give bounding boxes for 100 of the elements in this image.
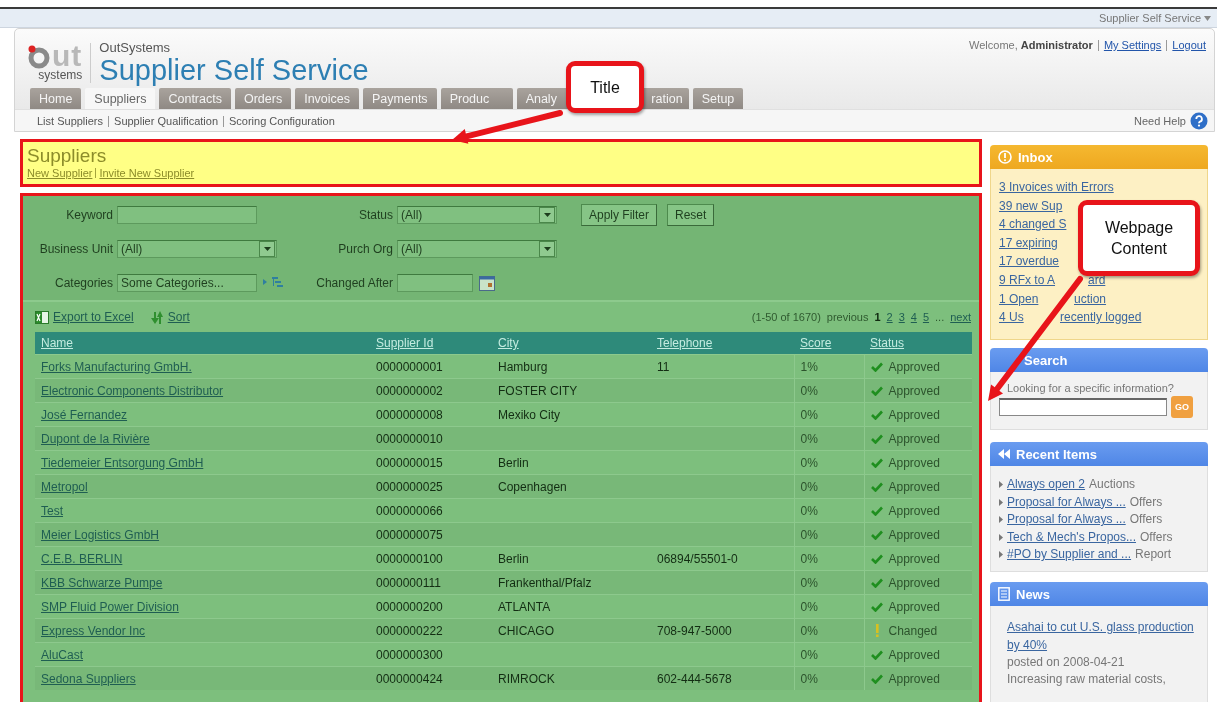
check-icon: [870, 385, 883, 396]
header-link[interactable]: Logout: [1172, 39, 1206, 51]
caret-icon: [543, 213, 551, 217]
company-name: OutSystems: [99, 41, 172, 55]
action-link[interactable]: New Supplier: [27, 167, 93, 179]
filter-label: Changed After: [315, 276, 394, 290]
inbox-link[interactable]: 9 RFx to A: [999, 272, 1056, 287]
status-text: Approved: [888, 479, 940, 494]
supplier-link[interactable]: Meier Logistics GmbH: [35, 522, 370, 547]
supplier-link[interactable]: Sedona Suppliers: [35, 666, 370, 690]
page-link[interactable]: 1: [874, 311, 881, 323]
news-headline[interactable]: Asahai to cut U.S. glass production by 40%: [1007, 618, 1199, 654]
ellipsis: ...: [935, 311, 945, 323]
panel-title: News: [1016, 586, 1050, 602]
text-field[interactable]: Some Categories...: [117, 274, 257, 292]
recent-link[interactable]: Proposal for Always ...: [1007, 511, 1126, 529]
supplier-link[interactable]: Metropol: [35, 474, 370, 499]
date-field[interactable]: [397, 274, 473, 292]
check-icon: [870, 553, 883, 564]
action-link[interactable]: Invite New Supplier: [99, 167, 195, 179]
table-cell: 0000000010: [370, 426, 492, 451]
column-header[interactable]: City: [492, 332, 651, 355]
supplier-link[interactable]: Electronic Components Distributor: [35, 378, 370, 403]
document-icon: [998, 587, 1010, 601]
table-cell: 0%: [794, 426, 864, 451]
page-link[interactable]: 4: [910, 311, 917, 323]
page-link[interactable]: 3: [898, 311, 905, 323]
panel-title: Search: [1024, 352, 1068, 368]
supplier-link[interactable]: KBB Schwarze Pumpe: [35, 570, 370, 595]
recent-link[interactable]: Tech & Mech's Propos...: [1007, 528, 1136, 546]
text-field[interactable]: [117, 206, 257, 224]
inbox-link[interactable]: recently logged: [1060, 308, 1142, 327]
subnav-link[interactable]: List Suppliers: [37, 114, 104, 127]
filter-button[interactable]: Reset: [667, 204, 715, 226]
status-text: Approved: [888, 647, 940, 662]
supplier-link[interactable]: Express Vendor Inc: [35, 618, 370, 643]
sort-link[interactable]: Sort: [167, 310, 190, 324]
chevron-icon: [999, 551, 1003, 559]
recent-link[interactable]: #PO by Supplier and ...: [1007, 546, 1132, 564]
nav-tab[interactable]: Suppliers: [85, 88, 156, 109]
subnav-link[interactable]: Scoring Configuration: [229, 114, 335, 127]
nav-tab[interactable]: Contracts: [159, 88, 231, 109]
nav-tab[interactable]: Payments: [363, 88, 437, 109]
header-link[interactable]: My Settings: [1103, 39, 1162, 51]
inbox-link[interactable]: 17 expiring: [999, 235, 1058, 250]
export-link[interactable]: Export to Excel: [53, 310, 134, 324]
column-header[interactable]: Supplier Id: [370, 332, 492, 355]
caret-icon: [263, 247, 271, 251]
table-cell: 0000000075: [370, 522, 492, 547]
calendar-icon: [479, 275, 495, 291]
check-icon: [870, 481, 883, 492]
page-link[interactable]: 2: [886, 311, 893, 323]
inbox-link[interactable]: 4 changed S: [999, 217, 1067, 232]
column-header[interactable]: Status: [864, 332, 972, 355]
callout-tooltip: Webpage Content: [1078, 200, 1200, 276]
chevron-icon: [999, 481, 1003, 489]
column-header[interactable]: Name: [35, 332, 370, 355]
dropdown[interactable]: (All): [397, 240, 557, 258]
filter-button[interactable]: Apply Filter: [581, 204, 658, 226]
nav-tab[interactable]: Setup: [692, 88, 744, 109]
chevron-icon: [999, 498, 1003, 506]
nav-tab[interactable]: Home: [30, 88, 82, 109]
go-button[interactable]: GO: [1171, 396, 1193, 418]
page-link[interactable]: 5: [922, 311, 930, 323]
table-cell: 0000000111: [370, 570, 492, 595]
column-header[interactable]: Telephone: [651, 332, 794, 355]
alert-icon: [998, 150, 1012, 164]
column-header[interactable]: Score: [794, 332, 864, 355]
status-text: Approved: [888, 383, 940, 398]
nav-tab[interactable]: Invoices: [295, 88, 360, 109]
status-text: Approved: [888, 527, 940, 542]
recent-link[interactable]: Proposal for Always ...: [1007, 493, 1126, 511]
dropdown[interactable]: (All): [397, 206, 557, 224]
inbox-link[interactable]: uction: [1074, 289, 1107, 309]
app-switcher[interactable]: Supplier Self Service: [1098, 12, 1201, 24]
panel-title: Recent Items: [1016, 446, 1097, 462]
inbox-link[interactable]: 17 overdue: [999, 254, 1060, 269]
search-prompt: Looking for a specific information?: [1006, 382, 1175, 394]
inbox-link[interactable]: 39 new Sup: [999, 198, 1063, 213]
supplier-link[interactable]: Dupont de la Rivière: [35, 426, 370, 451]
logo-caption: systems: [38, 69, 83, 82]
spreadsheet-icon: [35, 310, 49, 324]
dropdown[interactable]: (All): [117, 240, 277, 258]
inbox-link[interactable]: 1 Open: [999, 291, 1039, 306]
table-cell: 0%: [794, 666, 864, 690]
status-text: Approved: [888, 359, 940, 374]
logo-wordmark: ut: [52, 43, 83, 69]
filter-label: Purch Org: [337, 242, 394, 256]
inbox-link[interactable]: 4 Us: [999, 310, 1024, 325]
page-title: Suppliers: [27, 144, 108, 167]
search-field[interactable]: [999, 398, 1167, 416]
check-icon: [870, 673, 883, 684]
table-cell: 0%: [794, 378, 864, 403]
nav-tab[interactable]: Orders: [234, 88, 292, 109]
recent-link[interactable]: Always open 2: [1007, 476, 1086, 494]
inbox-link[interactable]: 3 Invoices with Errors: [999, 180, 1114, 194]
help-link[interactable]: Need Help: [1134, 114, 1186, 127]
nav-tab[interactable]: Produc: [440, 88, 513, 109]
subnav-link[interactable]: Supplier Qualification: [114, 114, 218, 127]
next-link[interactable]: next: [950, 311, 971, 323]
